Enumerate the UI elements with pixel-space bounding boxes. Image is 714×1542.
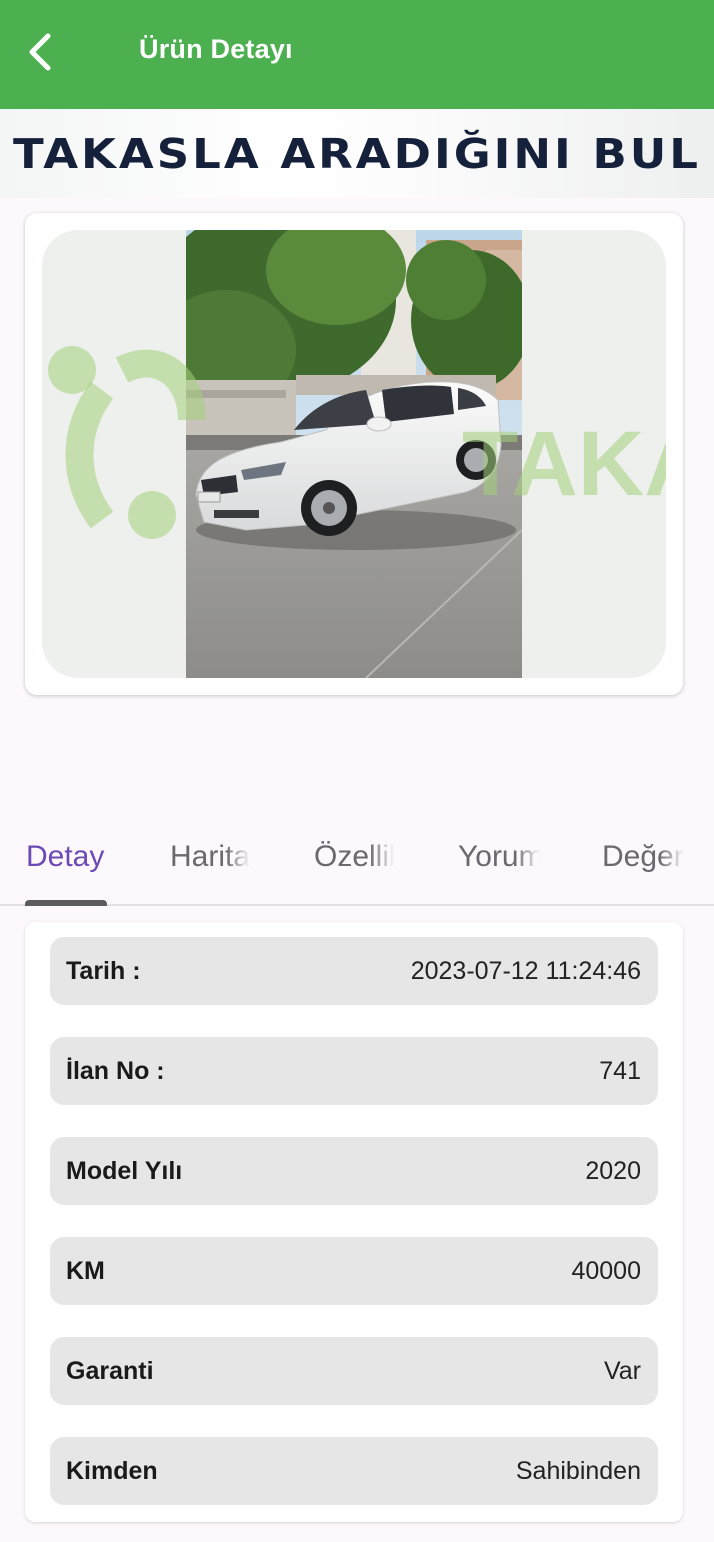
product-image-frame[interactable]: TAKAS: [42, 230, 666, 678]
detail-label: Tarih :: [66, 956, 141, 985]
tab-degerlendirme[interactable]: Değerlendirme: [602, 840, 684, 880]
app-bar: Ürün Detayı: [0, 0, 714, 109]
back-button[interactable]: [14, 26, 66, 78]
tab-bar: Detay Harita Özellikler Yorumlar Değerle…: [0, 812, 714, 906]
tab-yorumlar[interactable]: Yorumlar: [458, 840, 540, 880]
product-image-card[interactable]: TAKAS: [25, 213, 683, 695]
tab-ozellikler[interactable]: Özellikler: [314, 840, 394, 880]
details-card: Tarih : 2023-07-12 11:24:46 İlan No : 74…: [25, 922, 683, 1522]
product-photo[interactable]: [186, 230, 522, 678]
detail-row-km: KM 40000: [50, 1237, 658, 1305]
detail-row-model-yili: Model Yılı 2020: [50, 1137, 658, 1205]
detail-label: Garanti: [66, 1356, 154, 1385]
detail-value: 2023-07-12 11:24:46: [410, 956, 641, 985]
detail-row-garanti: Garanti Var: [50, 1337, 658, 1405]
tab-harita[interactable]: Harita: [170, 840, 250, 880]
detail-value: Var: [603, 1356, 641, 1385]
detail-value: 2020: [585, 1156, 641, 1185]
detail-row-ilan-no: İlan No : 741: [50, 1037, 658, 1105]
detail-label: KM: [66, 1256, 105, 1285]
detail-label: Model Yılı: [66, 1156, 183, 1185]
detail-row-tarih: Tarih : 2023-07-12 11:24:46: [50, 937, 658, 1005]
chevron-left-icon: [29, 33, 51, 71]
detail-value: 741: [599, 1056, 641, 1085]
detail-row-kimden: Kimden Sahibinden: [50, 1437, 658, 1505]
page-title: Ürün Detayı: [139, 34, 293, 64]
detail-value: 40000: [571, 1256, 641, 1285]
detail-value: Sahibinden: [515, 1456, 641, 1485]
detail-label: İlan No :: [66, 1056, 165, 1085]
banner-text: TAKASLA ARADIĞINI BUL: [13, 129, 701, 178]
promo-banner: TAKASLA ARADIĞINI BUL: [0, 109, 714, 198]
tab-detay[interactable]: Detay: [26, 840, 136, 880]
active-tab-indicator: [25, 900, 107, 906]
detail-label: Kimden: [66, 1456, 158, 1485]
